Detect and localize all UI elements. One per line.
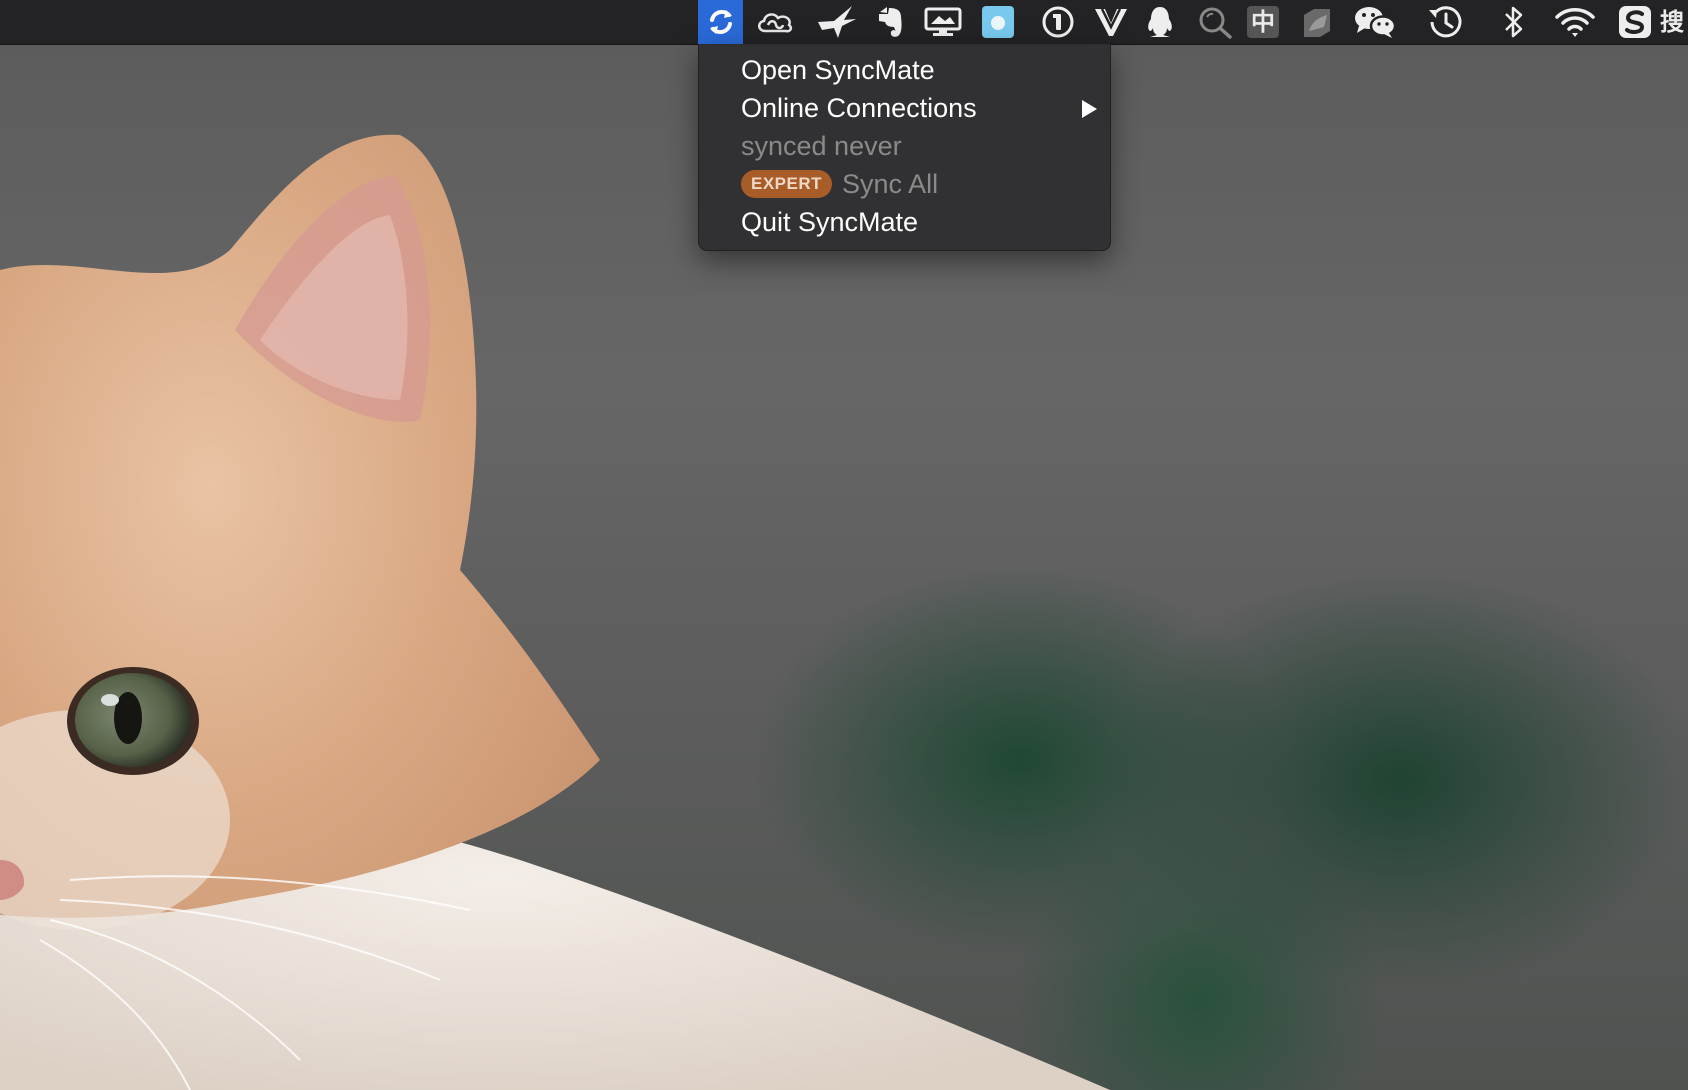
menu-item-open-syncmate[interactable]: Open SyncMate [741,51,935,89]
bird-icon [818,6,856,38]
blue-square-status-item[interactable] [978,0,1018,44]
creative-cloud-status-item[interactable] [752,0,798,44]
time-machine-status-item[interactable] [1422,0,1468,44]
input-method-status-item[interactable]: 中 [1244,0,1282,44]
search-status-item[interactable] [1192,0,1238,44]
qq-status-item[interactable] [1140,0,1180,44]
menu-item-label: synced never [741,130,902,161]
onepassword-status-item[interactable] [1036,0,1080,44]
bluetooth-icon [1505,6,1523,38]
qq-penguin-icon [1148,7,1172,37]
menu-bar: 中 搜 [0,0,1688,45]
syncmate-status-item[interactable] [698,0,743,44]
desktop: 中 搜 Open SyncMate Online Connections syn… [0,0,1688,1090]
bird-status-item[interactable] [812,0,862,44]
menu-item-quit-syncmate[interactable]: Quit SyncMate [741,203,918,241]
display-status-item[interactable] [918,0,968,44]
time-machine-icon [1429,6,1462,38]
blue-square-app-icon [982,6,1014,38]
wifi-status-item[interactable] [1552,0,1598,44]
box-app-status-item[interactable] [1296,0,1338,44]
evernote-status-item[interactable] [868,0,912,44]
vector-v-status-item[interactable] [1090,0,1132,44]
submenu-arrow-icon [1082,100,1097,118]
menu-item-sync-all[interactable]: EXPERT Sync All [741,165,938,203]
onepassword-icon [1042,6,1074,38]
display-icon [924,7,962,36]
menu-item-label: Online Connections [741,92,977,123]
creative-cloud-icon [758,13,793,33]
sogou-status-item[interactable] [1614,0,1656,44]
wechat-status-item[interactable] [1350,0,1400,44]
expert-badge: EXPERT [741,170,833,198]
menu-item-label: Quit SyncMate [741,206,919,237]
wifi-icon [1555,8,1595,37]
input-method-icon: 中 [1247,6,1279,38]
syncmate-sync-icon [709,9,732,35]
magnifier-search-icon [1199,7,1232,39]
wechat-icon [1355,7,1397,38]
bluetooth-status-item[interactable] [1494,0,1534,44]
menu-item-online-connections[interactable]: Online Connections [741,89,1097,127]
menu-item-label: Open SyncMate [741,54,935,85]
box-app-icon [1304,9,1330,37]
partial-status-text[interactable]: 搜 [1660,0,1688,44]
menu-item-label: Sync All [842,168,939,199]
menu-item-synced-status: synced never [741,127,902,165]
vectorize-v-icon [1095,8,1127,36]
sogou-input-icon [1619,6,1651,38]
syncmate-dropdown-menu: Open SyncMate Online Connections synced … [698,44,1111,251]
evernote-icon [879,7,902,37]
